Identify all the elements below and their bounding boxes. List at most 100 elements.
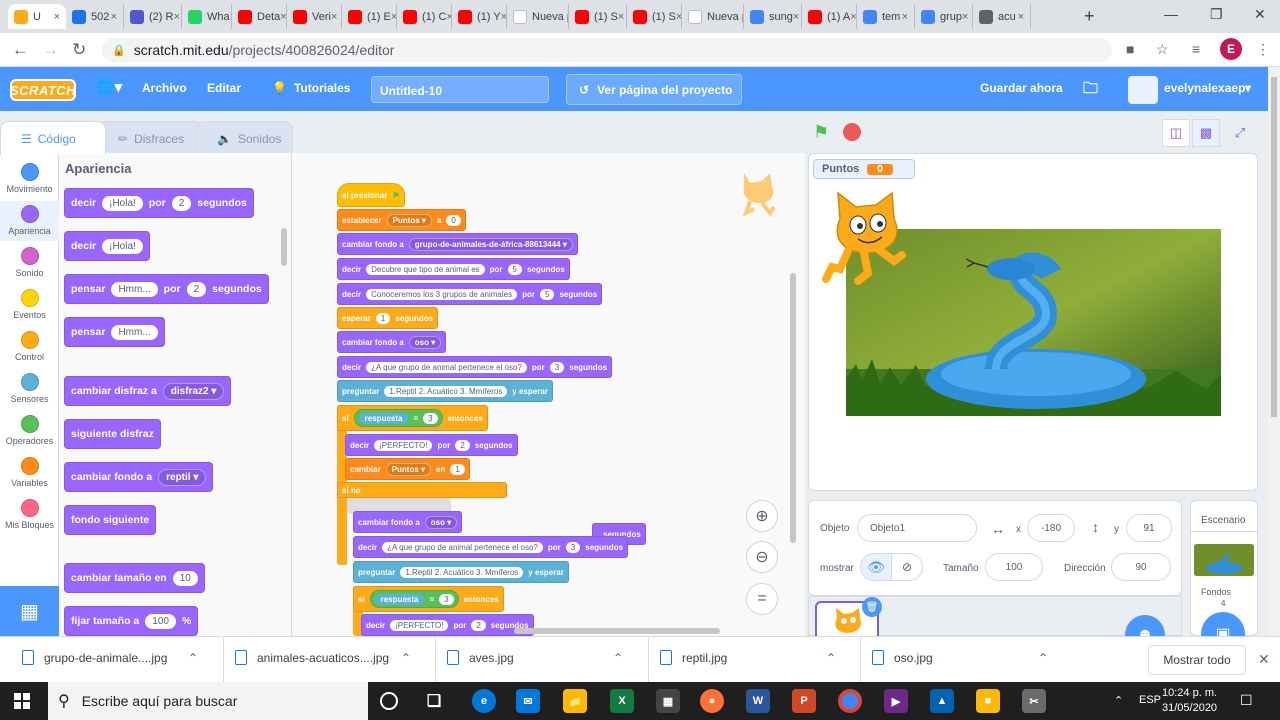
close-window-icon[interactable]: ✕ — [1254, 6, 1266, 23]
block-say-for-secs[interactable]: decir ¿A que grupo de animal pertenece el… — [337, 356, 613, 378]
menu-tutoriales[interactable]: Tutoriales — [294, 81, 350, 95]
block-input[interactable]: 1 — [375, 312, 391, 324]
tab-close-icon[interactable]: × — [111, 11, 117, 23]
tab-close-icon[interactable]: × — [1018, 11, 1024, 23]
script-vertical-scrollbar[interactable] — [790, 273, 796, 543]
notifications-icon[interactable]: ☐ — [1240, 692, 1253, 709]
block-wait[interactable]: esperar 1 segundos — [337, 307, 439, 329]
block-say-for-secs[interactable]: decir ¡PERFECTO! por 2 segundos — [345, 434, 518, 456]
green-flag-icon[interactable]: ⚑ — [813, 122, 829, 143]
sprite-name-input[interactable]: Objeto1 — [857, 514, 977, 542]
tab-disfraces[interactable]: ✏ Disfraces — [97, 121, 203, 155]
menu-editar[interactable]: Editar — [207, 81, 241, 95]
block-think[interactable]: pensar Hmm... — [64, 317, 165, 347]
back-icon[interactable]: ← — [12, 40, 29, 60]
reload-icon[interactable]: ↻ — [72, 40, 86, 60]
taskbar-clock[interactable]: 10:24 p. m. 31/05/2020 — [1162, 686, 1217, 716]
block-ask-and-wait-dragged[interactable]: preguntar 1.Reptil 2. Acuático 3. Mmífero… — [353, 561, 569, 583]
category-mis-bloques[interactable]: Mis Bloques — [0, 495, 59, 535]
forward-icon[interactable]: → — [42, 40, 59, 60]
y-input[interactable]: 91 — [1126, 514, 1172, 542]
excel-icon[interactable]: X — [610, 689, 634, 713]
chevron-down-icon[interactable]: ▾ — [1245, 81, 1251, 95]
download-options-chevron-icon[interactable]: ⌃ — [188, 651, 198, 665]
snipping-tool-icon[interactable]: ✂ — [1022, 689, 1046, 713]
block-ask-and-wait[interactable]: preguntar 1.Reptil 2. Acuático 3. Mmífero… — [337, 380, 553, 402]
block-say-for-secs-dragged[interactable]: decir ¡PERFECTO! por 2 segundos — [361, 614, 534, 636]
browser-tab[interactable]: (1) A × — [802, 4, 857, 29]
task-view-icon[interactable]: ❏ — [422, 689, 446, 713]
block-equals[interactable]: respuesta = 3 — [353, 409, 443, 427]
windows-start-icon[interactable] — [14, 693, 30, 709]
block-input[interactable]: 10 — [172, 570, 198, 586]
zoom-in-icon[interactable]: ⊕ — [746, 500, 778, 532]
user-avatar[interactable] — [1128, 76, 1158, 104]
menu-archivo[interactable]: Archivo — [142, 81, 187, 95]
browser-tab[interactable]: grup × — [915, 4, 973, 29]
menu-dots-icon[interactable]: ⋮ — [1256, 41, 1270, 58]
category-movimiento[interactable]: Movimiento — [0, 159, 59, 199]
zoom-out-icon[interactable]: ⊖ — [746, 541, 778, 573]
block-switch-backdrop[interactable]: cambiar fondo a grupo-de-animales-de-áfri… — [337, 233, 578, 255]
palette-scrollbar[interactable] — [281, 228, 287, 266]
block-input[interactable]: 5 — [539, 288, 555, 300]
block-equals[interactable]: respuesta = 3 — [369, 590, 459, 608]
category-sonido[interactable]: Sonido — [0, 243, 59, 283]
block-input[interactable]: 3 — [423, 412, 438, 424]
show-all-downloads-button[interactable]: Mostrar todo — [1148, 645, 1246, 675]
scratch-logo[interactable]: SCRATCH — [10, 79, 76, 101]
download-options-chevron-icon[interactable]: ⌃ — [613, 651, 623, 665]
cat-sprite[interactable] — [818, 189, 910, 287]
browser-tab[interactable]: (1) S × — [569, 4, 627, 29]
block-input[interactable]: 2 — [186, 281, 207, 297]
block-dropdown[interactable]: Puntos ▾ — [385, 462, 432, 476]
block-input[interactable]: 2 — [471, 619, 486, 631]
delete-sprite-icon[interactable]: 🗑 — [862, 597, 882, 617]
tab-close-icon[interactable]: × — [793, 11, 799, 23]
tab-sonidos[interactable]: 🔈 Sonidos — [196, 121, 293, 155]
category-eventos[interactable]: Eventos — [0, 285, 59, 325]
camera-icon[interactable]: ■ — [1126, 41, 1134, 57]
tab-close-icon[interactable]: × — [54, 11, 60, 23]
hide-eye-icon[interactable]: ⊘ — [891, 553, 923, 581]
zoom-reset-icon[interactable]: = — [746, 583, 778, 615]
block-dropdown[interactable]: oso ▾ — [408, 335, 442, 349]
sticky-notes-icon[interactable]: ■ — [976, 689, 1000, 713]
block-say-for-secs[interactable]: decir ¡Hola! por 2 segundos — [64, 188, 254, 218]
globe-icon[interactable]: 🌐▾ — [96, 78, 122, 96]
browser-tab[interactable]: (1) C× — [397, 4, 452, 29]
normal-stage-icon[interactable]: ▩ — [1192, 119, 1220, 147]
chrome-icon[interactable] — [838, 689, 862, 713]
block-think-for-secs[interactable]: pensar Hmm... por 2 segundos — [64, 274, 269, 304]
stop-icon[interactable] — [843, 123, 861, 141]
browser-tab[interactable]: Nueva p× — [682, 4, 744, 29]
tab-close-icon[interactable]: × — [331, 11, 337, 23]
block-if-dragged[interactable]: si respuesta = 3 entonces — [353, 586, 504, 612]
block-input[interactable]: Conoceremos los 3 grupos de animales — [366, 288, 518, 300]
category-control[interactable]: Control — [0, 327, 59, 367]
block-switch-backdrop[interactable]: cambiar fondo a oso ▾ — [337, 331, 447, 353]
browser-tab[interactable]: (2) R × — [124, 4, 182, 29]
download-item[interactable]: grupo-de-animale....jpg — [22, 650, 167, 665]
tab-close-icon[interactable]: × — [173, 11, 179, 23]
block-input[interactable]: 3 — [549, 361, 565, 373]
block-input[interactable]: Hmm... — [111, 324, 158, 340]
block-set-size[interactable]: fijar tamaño a 100% — [64, 606, 199, 636]
playlist-icon[interactable]: ≡ — [1192, 41, 1200, 57]
taskbar-search[interactable]: ⚲ Escribe aquí para buscar — [48, 682, 368, 720]
small-stage-icon[interactable]: ◫ — [1162, 119, 1190, 147]
window-scrollbar-thumb[interactable] — [1271, 77, 1277, 417]
mail-icon[interactable]: ✉ — [516, 689, 540, 713]
block-input[interactable]: 1.Reptil 2. Acuático 3. Mmíferos — [400, 566, 524, 578]
category-operadores[interactable]: Operadores — [0, 411, 59, 451]
powerpoint-icon[interactable]: P — [792, 689, 816, 713]
block-input[interactable]: 1 — [450, 463, 465, 475]
minimize-icon[interactable]: — — [1164, 6, 1178, 22]
block-say-for-secs-dragged[interactable]: decir ¿A que grupo de animal pertenece el… — [353, 536, 629, 558]
block-input[interactable]: 3 — [565, 541, 581, 553]
cortana-icon[interactable] — [380, 692, 398, 710]
download-options-chevron-icon[interactable]: ⌃ — [1038, 651, 1048, 665]
block-if-else[interactable]: si respuesta = 3 entonces — [337, 405, 488, 431]
browser-tab[interactable]: Nueva p× — [507, 4, 569, 29]
browser-tab[interactable]: Veri × — [287, 4, 342, 29]
